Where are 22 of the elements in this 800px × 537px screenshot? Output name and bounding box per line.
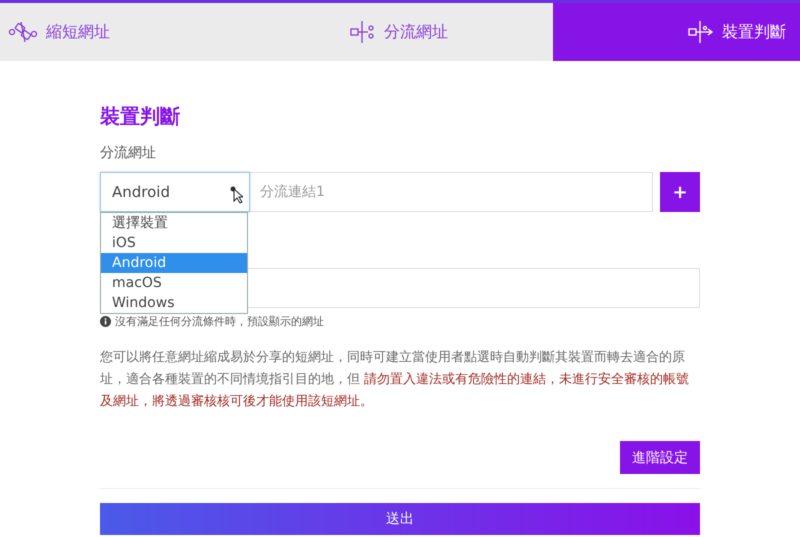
pointer-cursor-icon [229,185,243,205]
submit-button[interactable]: 送出 [100,503,700,535]
add-button[interactable]: + [660,172,700,212]
link-icon [8,20,38,44]
tab[interactable]: 裝置判斷 [553,3,800,61]
dropdown-option[interactable]: macOS [101,273,247,293]
dropdown-option[interactable]: Android [101,253,247,273]
tab[interactable]: 縮短網址 [0,3,276,61]
info-icon [100,316,111,327]
dropdown-option[interactable]: 選擇裝置 [101,213,247,233]
description-text: 您可以將任意網址縮成易於分享的短網址，同時可建立當使用者點選時自動判斷其裝置而轉去適合的原址，適合各種裝置的不同情境指引目的地，但 請勿置入違法或有危險性的連結，未進行安全審核的帳號及網址，將透過審核核可後才能使用該短網址。 [100,349,690,411]
split-icon [350,20,376,44]
dropdown-option[interactable]: Windows [101,293,247,313]
dropdown-option[interactable]: iOS [101,233,247,253]
device-select[interactable]: Android [100,172,250,212]
tab[interactable]: 分流網址 [276,3,553,61]
form-title: 裝置判斷 [100,103,181,130]
hint-text: 沒有滿足任何分流條件時，預設顯示的網址 [115,314,324,329]
advanced-settings-button[interactable]: 進階設定 [620,441,700,474]
link-input-field[interactable]: 分流連結1 [250,172,653,212]
field-label: 分流網址 [100,144,157,162]
split-icon [688,20,714,44]
